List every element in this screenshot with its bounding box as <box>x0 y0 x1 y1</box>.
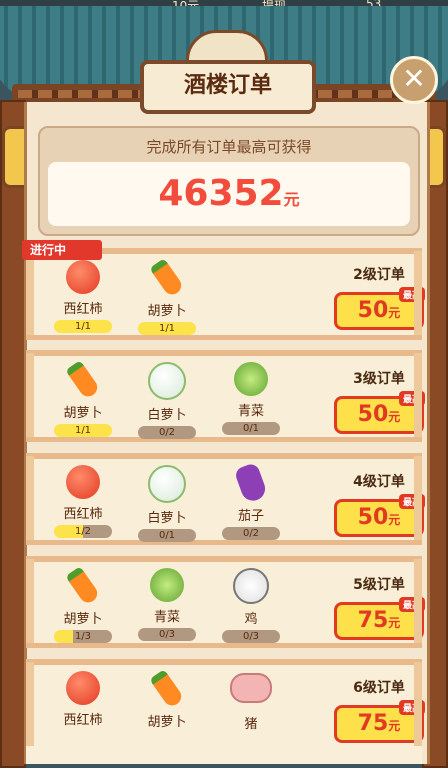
item-progress: 0/1 <box>222 422 280 435</box>
order-item: 胡萝卜 <box>132 669 202 730</box>
order-card[interactable]: 西红柿 1/2 白萝卜 0/1 茄子 0/2 4级订单 50元 最高 <box>26 453 425 545</box>
order-item: 青菜 0/1 <box>216 362 286 435</box>
cabbage-icon <box>234 362 268 396</box>
price-value: 75 <box>357 711 389 736</box>
order-item: 青菜 0/3 <box>132 568 202 641</box>
item-name: 猪 <box>244 717 258 732</box>
order-card[interactable]: 胡萝卜 1/3 青菜 0/3 鸡 0/3 5级订单 75元 最高 <box>26 556 425 648</box>
reward-unit: 元 <box>283 190 300 209</box>
tomato-icon <box>66 260 100 294</box>
item-progress: 0/2 <box>222 527 280 540</box>
item-progress: 1/1 <box>54 320 112 333</box>
order-item: 鸡 0/3 <box>216 568 286 643</box>
reward-value: 46352元 <box>48 162 410 226</box>
order-reward-button[interactable]: 50元 最高 <box>334 287 425 330</box>
item-name: 胡萝卜 <box>147 304 187 319</box>
item-progress: 1/2 <box>54 525 112 538</box>
item-name: 青菜 <box>153 610 180 625</box>
order-item: 西红柿 1/2 <box>48 465 118 538</box>
item-progress: 0/2 <box>138 426 196 439</box>
radish-icon <box>148 465 186 503</box>
price-unit: 元 <box>388 306 401 320</box>
order-level: 2级订单 <box>353 267 405 283</box>
item-progress: 1/1 <box>54 424 112 437</box>
order-level: 4级订单 <box>353 474 405 490</box>
item-progress: 0/1 <box>138 529 196 542</box>
order-card[interactable]: 西红柿 胡萝卜 猪 6级订单 75元 最高 <box>26 659 425 764</box>
order-item: 白萝卜 0/2 <box>132 362 202 439</box>
reward-title: 完成所有订单最高可获得 <box>146 138 312 156</box>
max-badge: 最高 <box>398 700 425 715</box>
item-name: 茄子 <box>237 509 264 524</box>
order-level: 5级订单 <box>353 577 405 593</box>
order-item: 西红柿 <box>48 671 118 728</box>
close-icon: ✕ <box>402 62 426 95</box>
order-reward-button[interactable]: 50元 最高 <box>334 391 425 434</box>
tomato-icon <box>66 671 100 705</box>
order-reward-button[interactable]: 75元 最高 <box>334 700 425 743</box>
chicken-icon <box>233 568 269 604</box>
item-name: 白萝卜 <box>147 511 187 526</box>
max-badge: 最高 <box>398 287 425 302</box>
price-value: 50 <box>357 505 389 530</box>
item-name: 胡萝卜 <box>63 406 103 421</box>
item-progress: 0/3 <box>138 628 196 641</box>
carrot-icon <box>149 669 185 709</box>
item-name: 西红柿 <box>63 713 103 728</box>
eggplant-icon <box>233 461 269 505</box>
max-badge: 最高 <box>398 597 425 612</box>
order-item: 白萝卜 0/1 <box>132 465 202 542</box>
carrot-icon <box>65 360 101 400</box>
left-pillar <box>0 100 26 768</box>
order-level: 6级订单 <box>353 680 405 696</box>
carrot-icon <box>149 258 185 298</box>
order-item: 胡萝卜 1/1 <box>48 360 118 437</box>
carrot-icon <box>65 566 101 606</box>
order-card[interactable]: 西红柿 1/1 胡萝卜 1/1 2级订单 50元 最高 <box>26 248 425 340</box>
order-reward-button[interactable]: 50元 最高 <box>334 494 425 537</box>
order-item: 胡萝卜 1/3 <box>48 566 118 643</box>
price-value: 50 <box>357 402 389 427</box>
max-badge: 最高 <box>398 494 425 509</box>
max-badge: 最高 <box>398 391 425 406</box>
price-unit: 元 <box>388 616 401 630</box>
price-unit: 元 <box>388 719 401 733</box>
in-progress-tag: 进行中 <box>22 240 102 260</box>
item-name: 白萝卜 <box>147 408 187 423</box>
order-item: 胡萝卜 1/1 <box>132 258 202 335</box>
cabbage-icon <box>150 568 184 602</box>
tomato-icon <box>66 465 100 499</box>
order-item: 茄子 0/2 <box>216 461 286 540</box>
price-unit: 元 <box>388 410 401 424</box>
item-progress: 1/3 <box>54 630 112 643</box>
reward-box: 完成所有订单最高可获得 46352元 <box>38 126 420 236</box>
price-value: 50 <box>357 298 389 323</box>
item-progress: 0/3 <box>222 630 280 643</box>
item-name: 西红柿 <box>63 507 103 522</box>
pig-icon <box>230 673 272 703</box>
price-unit: 元 <box>388 513 401 527</box>
item-progress: 1/1 <box>138 322 196 335</box>
order-level: 3级订单 <box>353 371 405 387</box>
order-item: 西红柿 1/1 <box>48 260 118 333</box>
close-button[interactable]: ✕ <box>390 56 438 104</box>
item-name: 胡萝卜 <box>147 715 187 730</box>
item-name: 青菜 <box>237 404 264 419</box>
radish-icon <box>148 362 186 400</box>
order-card[interactable]: 胡萝卜 1/1 白萝卜 0/2 青菜 0/1 3级订单 50元 最高 <box>26 350 425 442</box>
page-title: 酒楼订单 <box>140 60 316 114</box>
price-value: 75 <box>357 608 389 633</box>
item-name: 鸡 <box>244 612 258 627</box>
item-name: 西红柿 <box>63 302 103 317</box>
reward-amount: 46352 <box>158 173 284 214</box>
item-name: 胡萝卜 <box>63 612 103 627</box>
order-item: 猪 <box>216 673 286 732</box>
order-reward-button[interactable]: 75元 最高 <box>334 597 425 640</box>
